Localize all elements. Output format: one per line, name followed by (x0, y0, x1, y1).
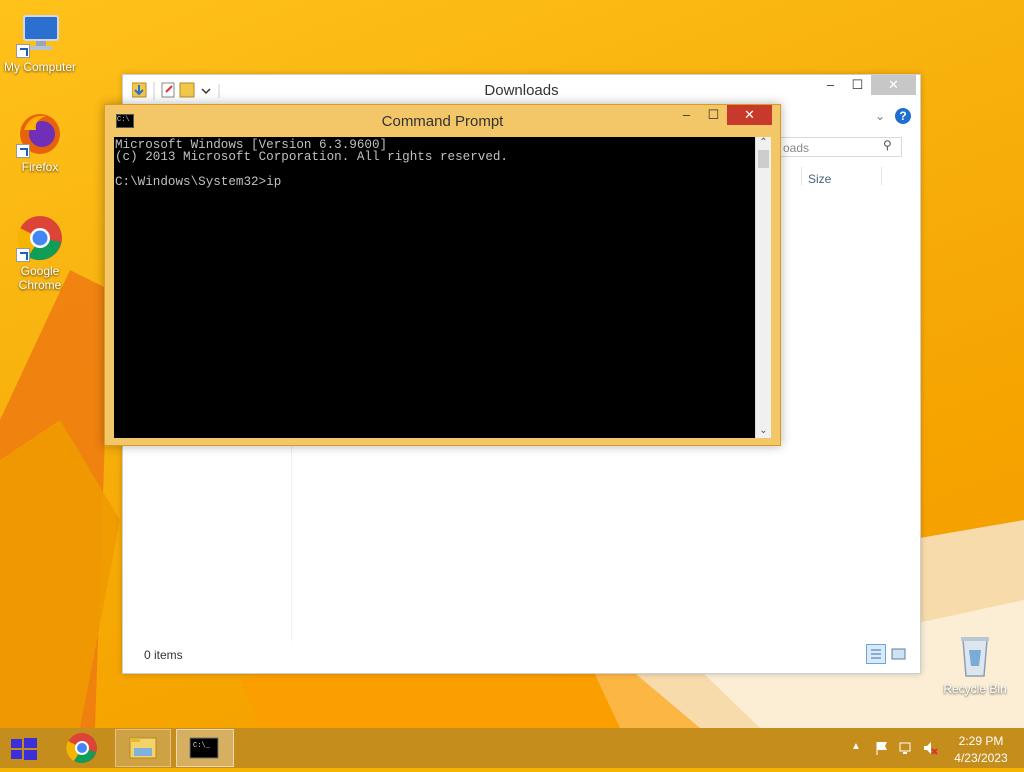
desktop-icon-label: Recycle Bin (943, 682, 1007, 696)
cmd-maximize-button[interactable]: ☐ (700, 105, 727, 125)
cmd-minimize-button[interactable]: – (673, 105, 700, 125)
console-output[interactable]: Microsoft Windows [Version 6.3.9600] (c) … (114, 137, 755, 438)
explorer-close-button[interactable]: ✕ (871, 75, 916, 95)
chrome-icon (16, 214, 64, 262)
details-view-button[interactable] (866, 644, 886, 664)
taskbar-command-prompt-button[interactable]: C:\_ (176, 729, 234, 767)
explorer-maximize-button[interactable]: ☐ (844, 75, 871, 95)
cmd-close-button[interactable]: ✕ (727, 105, 772, 125)
desktop-icon-chrome[interactable]: Google Chrome (0, 214, 80, 292)
large-icons-view-button[interactable] (891, 646, 907, 662)
action-center-flag-icon[interactable] (874, 740, 890, 761)
ribbon-expand-icon[interactable]: ⌄ (875, 109, 885, 123)
desktop-icon-label: Firefox (21, 160, 59, 174)
recycle-bin-icon (951, 632, 999, 680)
desktop-icon-my-computer[interactable]: My Computer (0, 10, 80, 74)
cmd-icon: C:\_ (189, 737, 219, 759)
desktop-icon-label: Google Chrome (18, 264, 62, 292)
column-header-size[interactable]: Size (808, 172, 831, 186)
desktop-icon-firefox[interactable]: Firefox (0, 110, 80, 174)
desktop-icon-label: My Computer (3, 60, 77, 74)
shortcut-arrow-icon (16, 248, 30, 262)
clock-time[interactable]: 2:29 PM (946, 734, 1016, 748)
start-button[interactable] (0, 729, 48, 767)
show-hidden-icons-icon[interactable]: ▲ (851, 741, 861, 752)
help-icon[interactable]: ? (895, 108, 911, 124)
svg-text:C:\_: C:\_ (193, 742, 211, 750)
shortcut-arrow-icon (16, 144, 30, 158)
column-divider (881, 167, 882, 185)
taskbar-chrome-button[interactable] (58, 729, 106, 767)
file-list-area[interactable] (131, 445, 914, 645)
scroll-up-icon[interactable]: ⌃ (756, 137, 771, 148)
search-icon[interactable]: ⚲ (883, 138, 892, 152)
column-divider (801, 167, 802, 185)
taskbar-file-explorer-button[interactable] (115, 729, 171, 767)
console-line: (c) 2013 Microsoft Corporation. All righ… (115, 150, 508, 165)
explorer-titlebar[interactable]: Downloads – ☐ ✕ (123, 75, 920, 105)
network-icon[interactable] (898, 740, 914, 761)
taskbar: C:\_ ▲ 2:29 PM 4/23/2023 (0, 728, 1024, 768)
my-computer-icon (16, 10, 64, 58)
firefox-icon (16, 110, 64, 158)
status-item-count: 0 items (144, 648, 183, 662)
windows-logo-icon (11, 738, 37, 760)
nav-pane-divider[interactable] (291, 445, 292, 641)
scroll-thumb[interactable] (758, 150, 769, 168)
scroll-down-icon[interactable]: ⌄ (756, 425, 771, 436)
folder-icon (129, 737, 157, 759)
volume-muted-icon[interactable] (922, 740, 938, 761)
desktop-icon-recycle-bin[interactable]: Recycle Bin (935, 632, 1015, 696)
explorer-title: Downloads (484, 82, 559, 99)
chrome-icon (66, 733, 97, 764)
shortcut-arrow-icon (16, 44, 30, 58)
cmd-scrollbar[interactable]: ⌃ ⌄ (755, 137, 771, 438)
console-input-line[interactable]: C:\Windows\System32>ip (115, 175, 755, 188)
explorer-minimize-button[interactable]: – (817, 75, 844, 95)
command-prompt-window[interactable]: C:\ Command Prompt – ☐ ✕ Microsoft Windo… (104, 104, 781, 446)
clock-date[interactable]: 4/23/2023 (946, 751, 1016, 765)
